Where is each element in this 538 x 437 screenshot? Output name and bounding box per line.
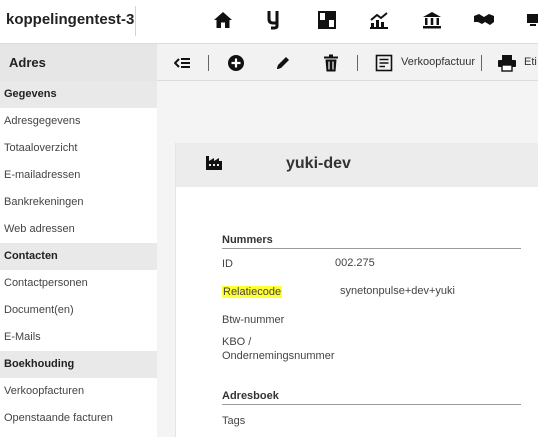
sidebar-item-bankrekeningen[interactable]: Bankrekeningen: [0, 189, 157, 216]
label-print-button[interactable]: Eti: [524, 56, 537, 68]
sidebar-item-emails[interactable]: E-Mails: [0, 324, 157, 351]
chart-icon[interactable]: [368, 9, 390, 31]
section-divider: [222, 248, 521, 249]
delete-icon[interactable]: [321, 53, 341, 73]
relation-card: yuki-dev Nummers ID 002.275 Relatiecode …: [175, 143, 538, 437]
sidebar-item-adresgegevens[interactable]: Adresgegevens: [0, 108, 157, 135]
section-label: Adres: [9, 55, 46, 70]
invoice-icon[interactable]: [374, 53, 394, 73]
toolbar-divider: [208, 55, 209, 71]
yuki-logo-icon[interactable]: [264, 9, 286, 31]
card-title: yuki-dev: [286, 155, 351, 172]
top-bar: koppelingentest-3: [0, 0, 538, 43]
sidebar-item-totaaloverzicht[interactable]: Totaaloverzicht: [0, 135, 157, 162]
home-icon[interactable]: [212, 9, 234, 31]
sidebar-item-openstaande-facturen[interactable]: Openstaande facturen: [0, 405, 157, 432]
section-title-adresboek: Adresboek: [222, 390, 279, 402]
sidebar-item-documenten[interactable]: Document(en): [0, 297, 157, 324]
device-icon[interactable]: [522, 9, 538, 31]
field-value-relatiecode: synetonpulse+dev+yuki: [340, 285, 455, 297]
field-value-id: 002.275: [335, 257, 375, 269]
field-label-relatiecode: Relatiecode: [222, 285, 283, 300]
bank-icon[interactable]: [421, 9, 443, 31]
add-icon[interactable]: [226, 53, 246, 73]
card-header: yuki-dev: [176, 143, 538, 187]
sidebar-section-contacten[interactable]: Contacten: [0, 243, 157, 270]
print-icon[interactable]: [497, 53, 517, 73]
sales-invoice-button[interactable]: Verkoopfactuur: [401, 56, 475, 68]
app-title[interactable]: koppelingentest-3: [6, 11, 134, 28]
sidebar-section-boekhouding[interactable]: Boekhouding: [0, 351, 157, 378]
sidebar-item-web-adressen[interactable]: Web adressen: [0, 216, 157, 243]
section-title-nummers: Nummers: [222, 234, 273, 246]
field-label-btw-nummer: Btw-nummer: [222, 314, 285, 326]
sidebar: Gegevens Adresgegevens Totaaloverzicht E…: [0, 81, 157, 437]
field-label-ondernemingsnummer: Ondernemingsnummer: [222, 350, 335, 362]
toolbar-divider: [357, 55, 358, 71]
field-label-tags: Tags: [222, 415, 246, 427]
collapse-list-icon[interactable]: [172, 53, 192, 73]
toolbar: Adres Verkoopfactuur Eti: [0, 43, 538, 81]
sidebar-item-contactpersonen[interactable]: Contactpersonen: [0, 270, 157, 297]
field-label-kbo: KBO /: [222, 336, 252, 348]
main-content: yuki-dev Nummers ID 002.275 Relatiecode …: [157, 81, 538, 437]
sidebar-item-verkoopfacturen[interactable]: Verkoopfacturen: [0, 378, 157, 405]
factory-icon: [205, 153, 223, 176]
section-divider: [222, 404, 521, 405]
sidebar-header: Adres: [0, 44, 157, 81]
handshake-icon[interactable]: [473, 9, 495, 31]
sidebar-section-gegevens[interactable]: Gegevens: [0, 81, 157, 108]
edit-icon[interactable]: [273, 53, 293, 73]
field-label-id: ID: [222, 258, 233, 270]
modules-icon[interactable]: [316, 9, 338, 31]
highlighted-text: Relatiecode: [222, 286, 283, 298]
toolbar-divider: [481, 55, 482, 71]
sidebar-item-emailadressen[interactable]: E-mailadressen: [0, 162, 157, 189]
divider: [135, 6, 136, 36]
